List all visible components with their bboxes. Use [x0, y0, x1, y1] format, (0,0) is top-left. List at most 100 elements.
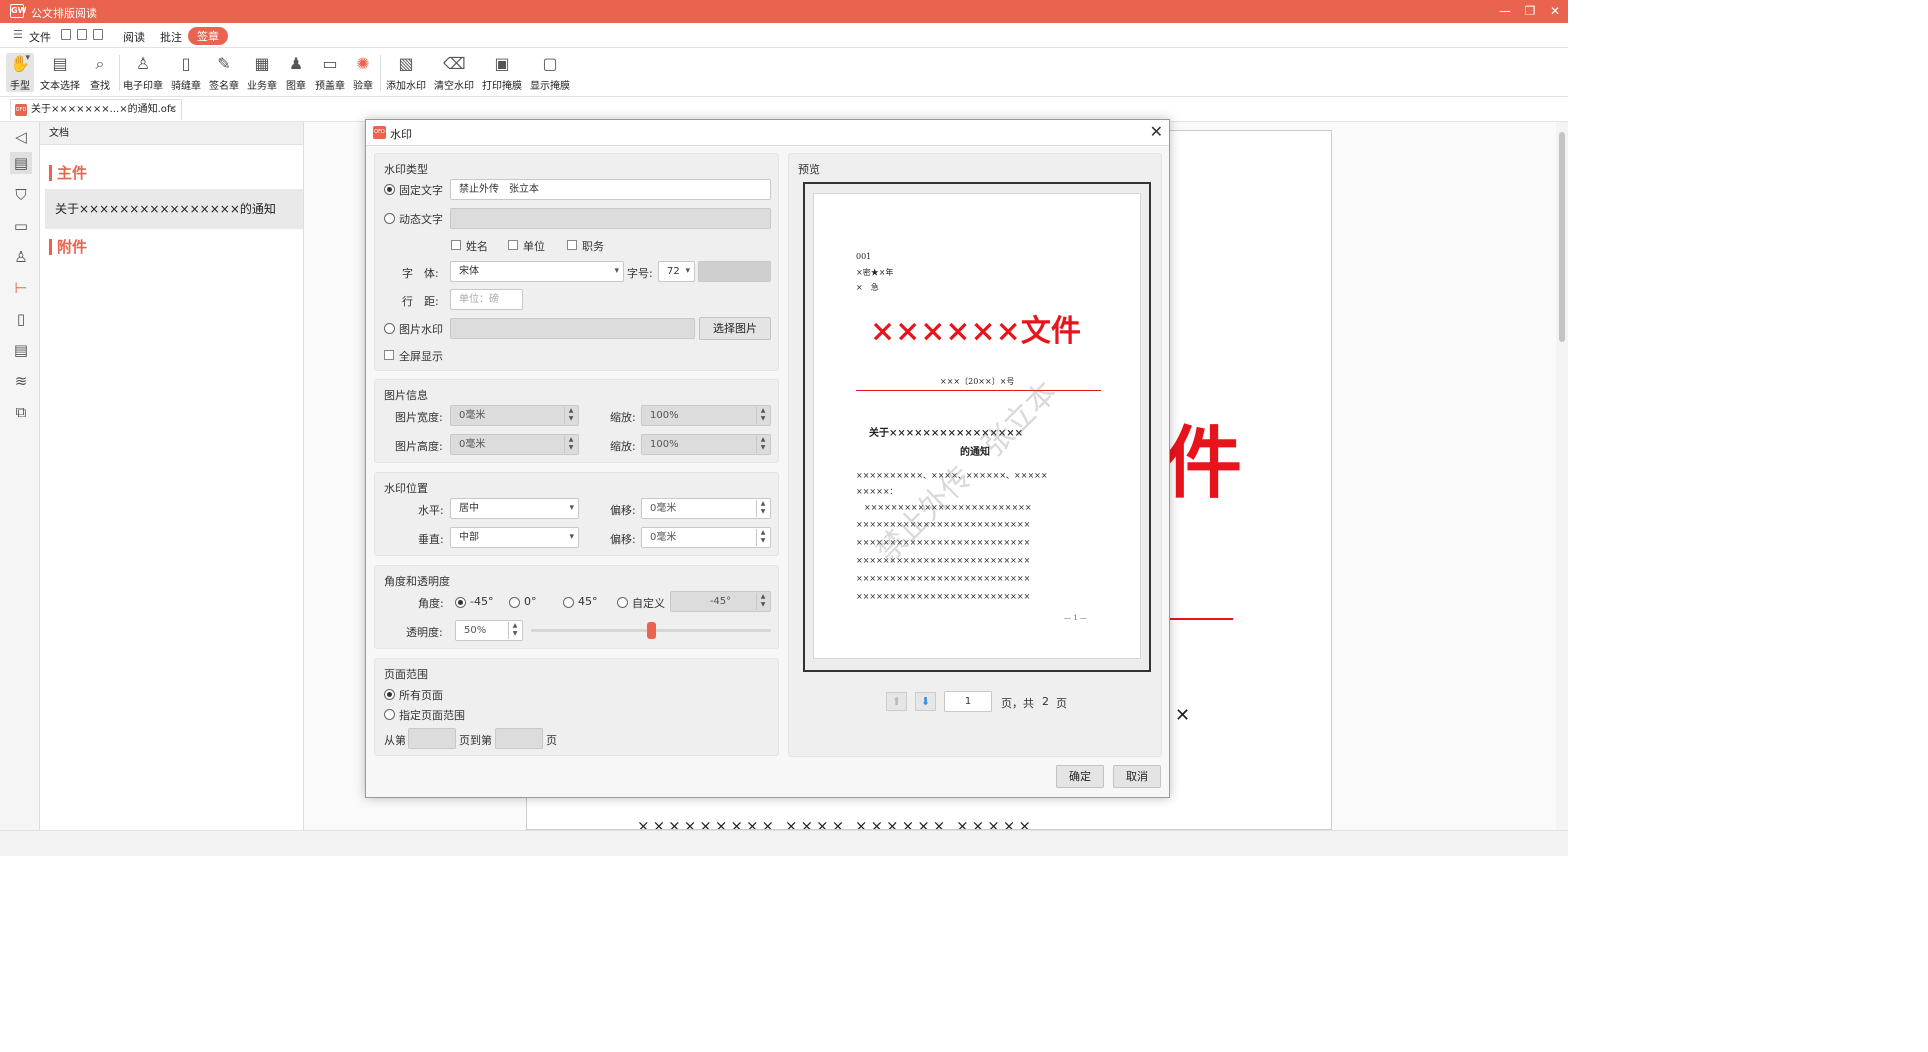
e-seal-button[interactable]: ♙ 电子印章 [122, 53, 164, 92]
minimize-button[interactable]: — [1496, 4, 1514, 18]
page-range-radio[interactable] [384, 709, 395, 720]
angle-0-radio[interactable] [509, 597, 520, 608]
hand-tool-button[interactable]: ✋ 手型 [6, 53, 34, 92]
choose-image-button[interactable]: 选择图片 [699, 317, 771, 340]
angle-45-radio[interactable] [563, 597, 574, 608]
font-color-picker[interactable] [698, 261, 771, 282]
signature-seal-button[interactable]: ✎ 签名章 [207, 53, 241, 92]
vertical-offset-spinner[interactable]: 0毫米 ▲ ▼ [641, 527, 771, 548]
font-label: 字 体: [402, 267, 439, 280]
pre-seal-button[interactable]: ▭ 预盖章 [312, 53, 348, 92]
scale-width-spinner[interactable]: 100% ▲ ▼ [641, 405, 771, 426]
tree-icon[interactable]: ⊢ [10, 277, 32, 299]
show-mask-button[interactable]: ▢ 显示掩膜 [528, 53, 572, 92]
dynamic-text-input[interactable] [450, 208, 771, 229]
attachment-section-title[interactable]: 附件 [49, 239, 87, 255]
seam-seal-icon: ▯ [181, 54, 191, 73]
custom-angle-spinner[interactable]: -45° ▲ ▼ [670, 591, 771, 612]
vertical-scrollbar[interactable] [1556, 122, 1568, 830]
fullscreen-checkbox[interactable] [384, 350, 394, 360]
menu-annotate[interactable]: 批注 [160, 29, 182, 45]
verify-seal-button[interactable]: ✺ 验章 [351, 53, 375, 92]
find-button[interactable]: ⌕ 查找 [86, 53, 114, 92]
eraser-icon: ⌫ [443, 54, 466, 73]
angle-custom-radio[interactable] [617, 597, 628, 608]
scale-height-spinner[interactable]: 100% ▲ ▼ [641, 434, 771, 455]
menu-file[interactable]: 文件 [29, 29, 51, 45]
image-path-input[interactable] [450, 318, 695, 339]
text-select-button[interactable]: ▤ 文本选择 [38, 53, 82, 92]
spinner-arrows-icon[interactable]: ▲ ▼ [564, 407, 577, 424]
name-checkbox[interactable] [451, 240, 461, 250]
hamburger-icon[interactable]: ☰ [13, 28, 23, 41]
from-page-input[interactable] [408, 728, 456, 749]
layers-icon[interactable]: ≋ [10, 370, 32, 392]
spinner-arrows-icon[interactable]: ▲ ▼ [756, 436, 769, 453]
page-icon[interactable]: ▤ [10, 339, 32, 361]
menu-sign[interactable]: 签章 [188, 27, 228, 45]
restore-button[interactable]: ❐ [1521, 4, 1539, 18]
to-page-input[interactable] [495, 728, 543, 749]
spinner-arrows-icon[interactable]: ▲ ▼ [756, 529, 769, 546]
document-outline-icon[interactable]: ▤ [10, 152, 32, 174]
user-icon[interactable]: ♙ [10, 246, 32, 268]
prev-page-button[interactable]: ⬆ [886, 692, 907, 711]
comment-icon[interactable]: ▭ [10, 215, 32, 237]
add-watermark-button[interactable]: ▧ 添加水印 [384, 53, 428, 92]
scroll-thumb[interactable] [1559, 132, 1565, 342]
opacity-slider-handle[interactable] [647, 622, 656, 639]
font-select[interactable]: 宋体 [450, 261, 624, 282]
main-section-title[interactable]: 主件 [49, 165, 87, 181]
dynamic-text-radio[interactable] [384, 213, 395, 224]
next-page-button[interactable]: ⬇ [915, 692, 936, 711]
menu-read[interactable]: 阅读 [123, 29, 145, 45]
page-total-suffix: 页 [1056, 697, 1067, 710]
opacity-slider-track[interactable] [531, 622, 771, 639]
opacity-spinner[interactable]: 50% ▲ ▼ [455, 620, 523, 641]
font-size-select[interactable]: 72 [658, 261, 695, 282]
scale-label: 缩放: [610, 411, 636, 424]
document-list-item[interactable]: 关于××××××××××××××××的通知 [45, 189, 303, 229]
close-dialog-icon[interactable]: ✕ [1150, 122, 1163, 141]
thumbnail-icon[interactable]: ⧉ [10, 401, 32, 423]
document-tab[interactable]: OFD 关于×××××××...×的通知.ofc ✕ [10, 99, 182, 120]
close-window-button[interactable]: ✕ [1546, 4, 1564, 18]
save-icon[interactable] [77, 29, 87, 40]
horizontal-offset-spinner[interactable]: 0毫米 ▲ ▼ [641, 498, 771, 519]
print-icon[interactable] [93, 29, 103, 40]
image-height-spinner[interactable]: 0毫米 ▲ ▼ [450, 434, 579, 455]
cancel-button[interactable]: 取消 [1113, 765, 1161, 788]
page-number-input[interactable]: 1 [944, 691, 992, 712]
duty-checkbox[interactable] [567, 240, 577, 250]
print-mask-button[interactable]: ▣ 打印掩膜 [480, 53, 524, 92]
line-spacing-input[interactable]: 单位：磅 [450, 289, 523, 310]
spinner-arrows-icon[interactable]: ▲ ▼ [756, 500, 769, 517]
close-tab-icon[interactable]: ✕ [169, 100, 177, 120]
image-watermark-radio[interactable] [384, 323, 395, 334]
spinner-arrows-icon[interactable]: ▲ ▼ [756, 593, 769, 610]
fixed-text-input[interactable]: 禁止外传 张立本 [450, 179, 771, 200]
spinner-arrows-icon[interactable]: ▲ ▼ [564, 436, 577, 453]
clear-watermark-button[interactable]: ⌫ 清空水印 [432, 53, 476, 92]
app-title: 公文排版阅读 [31, 7, 97, 20]
collapse-icon[interactable]: ◁ [10, 126, 32, 148]
stamp-button[interactable]: ♟ 图章 [283, 53, 309, 92]
seal-list-icon[interactable]: ▯ [10, 308, 32, 330]
seam-seal-button[interactable]: ▯ 骑缝章 [169, 53, 203, 92]
seal-icon: ♙ [135, 54, 151, 73]
image-width-spinner[interactable]: 0毫米 ▲ ▼ [450, 405, 579, 426]
open-icon[interactable] [61, 29, 71, 40]
spinner-arrows-icon[interactable]: ▲ ▼ [508, 622, 521, 639]
angle-minus45-radio[interactable] [455, 597, 466, 608]
spinner-arrows-icon[interactable]: ▲ ▼ [756, 407, 769, 424]
ok-button[interactable]: 确定 [1056, 765, 1104, 788]
horizontal-select[interactable]: 居中 [450, 498, 579, 519]
business-seal-button[interactable]: ▦ 业务章 [245, 53, 279, 92]
bookmark-icon[interactable]: ⛉ [10, 184, 32, 206]
vertical-select[interactable]: 中部 [450, 527, 579, 548]
unit-checkbox[interactable] [508, 240, 518, 250]
fixed-text-radio[interactable] [384, 184, 395, 195]
all-pages-radio[interactable] [384, 689, 395, 700]
duty-checkbox-label: 职务 [582, 240, 604, 253]
document-panel: 文档 主件 关于××××××××××××××××的通知 附件 [40, 122, 304, 830]
